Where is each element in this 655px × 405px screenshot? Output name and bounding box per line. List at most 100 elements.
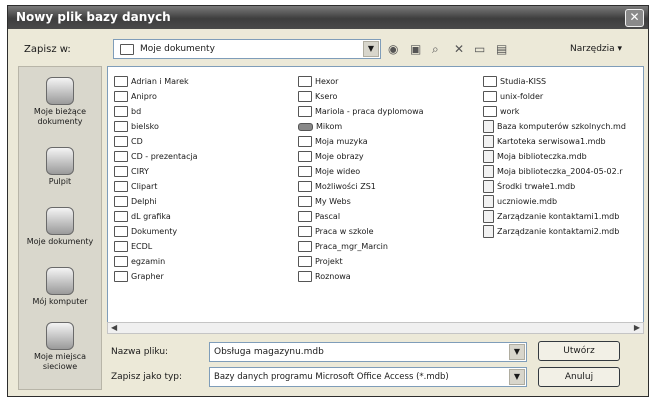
list-item[interactable]: Kartoteka serwisowa1.mdb — [483, 134, 626, 149]
list-item[interactable]: Moje obrazy — [298, 149, 424, 164]
scroll-left-icon[interactable]: ◀ — [111, 323, 117, 332]
place-network[interactable]: Moje miejsca sieciowe — [19, 322, 101, 372]
list-item[interactable]: Grapher — [114, 269, 198, 284]
list-item[interactable]: Dokumenty — [114, 224, 198, 239]
dialog-title: Nowy plik bazy danych — [16, 10, 171, 24]
item-label: Delphi — [131, 197, 157, 206]
list-item[interactable]: Mikom — [298, 119, 424, 134]
item-label: Zarządzanie kontaktami1.mdb — [497, 212, 620, 221]
list-item[interactable]: uczniowie.mdb — [483, 194, 626, 209]
item-label: Hexor — [315, 77, 339, 86]
item-label: Moje obrazy — [315, 152, 364, 161]
list-item[interactable]: Zarządzanie kontaktami1.mdb — [483, 209, 626, 224]
item-label: Ksero — [315, 92, 338, 101]
database-file-icon — [483, 135, 494, 148]
list-item[interactable]: Adrian i Marek — [114, 74, 198, 89]
item-label: Mikom — [316, 122, 343, 131]
chevron-down-icon[interactable]: ▼ — [509, 369, 525, 385]
folder-icon — [298, 241, 312, 252]
list-item[interactable]: Moja biblioteczka.mdb — [483, 149, 626, 164]
item-label: Środki trwałe1.mdb — [497, 182, 576, 191]
list-item[interactable]: work — [483, 104, 626, 119]
chevron-down-icon[interactable]: ▼ — [363, 41, 379, 57]
list-item[interactable]: bd — [114, 104, 198, 119]
folder-icon — [114, 136, 128, 147]
list-item[interactable]: egzamin — [114, 254, 198, 269]
up-folder-icon[interactable]: ▣ — [410, 42, 421, 56]
list-item[interactable]: Praca w szkole — [298, 224, 424, 239]
list-item[interactable]: My Webs — [298, 194, 424, 209]
folder-icon — [114, 181, 128, 192]
item-label: Adrian i Marek — [131, 77, 189, 86]
search-web-icon[interactable]: ⌕ — [432, 42, 439, 57]
folder-icon — [483, 106, 497, 117]
folder-icon — [298, 211, 312, 222]
place-my-computer[interactable]: Mój komputer — [19, 267, 101, 307]
list-item[interactable]: Pascal — [298, 209, 424, 224]
place-desktop[interactable]: Pulpit — [19, 147, 101, 187]
folder-icon — [298, 91, 312, 102]
list-item[interactable]: CIRY — [114, 164, 198, 179]
scroll-right-icon[interactable]: ▶ — [634, 323, 640, 332]
my-documents-icon — [46, 207, 74, 235]
folder-icon — [298, 136, 312, 147]
place-recent-documents[interactable]: Moje bieżące dokumenty — [19, 77, 101, 127]
delete-icon[interactable]: ✕ — [454, 42, 464, 56]
list-item[interactable]: CD — [114, 134, 198, 149]
item-label: Praca w szkole — [315, 227, 374, 236]
desktop-icon — [46, 147, 74, 175]
list-item[interactable]: Studia-KISS — [483, 74, 626, 89]
list-item[interactable]: Projekt — [298, 254, 424, 269]
list-item[interactable]: dL grafika — [114, 209, 198, 224]
database-file-icon — [483, 150, 494, 163]
filetype-select[interactable]: Bazy danych programu Microsoft Office Ac… — [209, 367, 527, 387]
list-item[interactable]: Zarządzanie kontaktami2.mdb — [483, 224, 626, 239]
filename-input[interactable]: Obsługa magazynu.mdb ▼ — [209, 342, 527, 362]
folder-icon — [298, 166, 312, 177]
folder-icon — [298, 196, 312, 207]
tools-menu-button[interactable]: Narzędzia ▾ — [570, 44, 622, 54]
title-bar: Nowy plik bazy danych ✕ — [8, 6, 648, 29]
item-label: Moja biblioteczka_2004-05-02.r — [497, 167, 623, 176]
list-item[interactable]: CD - prezentacja — [114, 149, 198, 164]
list-item[interactable]: Moja biblioteczka_2004-05-02.r — [483, 164, 626, 179]
list-item[interactable]: Środki trwałe1.mdb — [483, 179, 626, 194]
folder-icon — [298, 76, 312, 87]
item-label: Pascal — [315, 212, 341, 221]
filetype-label: Zapisz jako typ: — [111, 372, 183, 382]
filename-value: Obsługa magazynu.mdb — [214, 347, 324, 357]
list-item[interactable]: Możliwości ZS1 — [298, 179, 424, 194]
folder-icon — [120, 44, 134, 55]
network-drive-icon — [298, 122, 313, 131]
item-label: CD - prezentacja — [131, 152, 198, 161]
chevron-down-icon[interactable]: ▼ — [509, 344, 525, 360]
place-my-documents[interactable]: Moje dokumenty — [19, 207, 101, 247]
file-column-2: Hexor Ksero Mariola - praca dyplomowa Mi… — [298, 74, 424, 284]
save-in-dropdown[interactable]: Moje dokumenty ▼ — [113, 39, 381, 59]
list-item[interactable]: Roznowa — [298, 269, 424, 284]
list-item[interactable]: Ksero — [298, 89, 424, 104]
horizontal-scrollbar[interactable]: ◀ ▶ — [107, 322, 644, 334]
new-folder-icon[interactable]: ▭ — [474, 42, 485, 56]
list-item[interactable]: Delphi — [114, 194, 198, 209]
list-item[interactable]: Hexor — [298, 74, 424, 89]
list-item[interactable]: ECDL — [114, 239, 198, 254]
list-item[interactable]: Clipart — [114, 179, 198, 194]
list-item[interactable]: bielsko — [114, 119, 198, 134]
place-label: Pulpit — [48, 177, 72, 186]
views-icon[interactable]: ▤ — [496, 42, 507, 56]
list-item[interactable]: Mariola - praca dyplomowa — [298, 104, 424, 119]
back-icon[interactable]: ◉ — [388, 42, 398, 56]
close-button[interactable]: ✕ — [625, 9, 644, 27]
create-button[interactable]: Utwórz — [538, 341, 620, 361]
folder-icon — [114, 196, 128, 207]
item-label: Kartoteka serwisowa1.mdb — [497, 137, 606, 146]
list-item[interactable]: Baza komputerów szkolnych.md — [483, 119, 626, 134]
database-file-icon — [483, 210, 494, 223]
list-item[interactable]: Anipro — [114, 89, 198, 104]
list-item[interactable]: Moja muzyka — [298, 134, 424, 149]
cancel-button[interactable]: Anuluj — [538, 367, 620, 387]
list-item[interactable]: unix-folder — [483, 89, 626, 104]
list-item[interactable]: Moje wideo — [298, 164, 424, 179]
list-item[interactable]: Praca_mgr_Marcin — [298, 239, 424, 254]
